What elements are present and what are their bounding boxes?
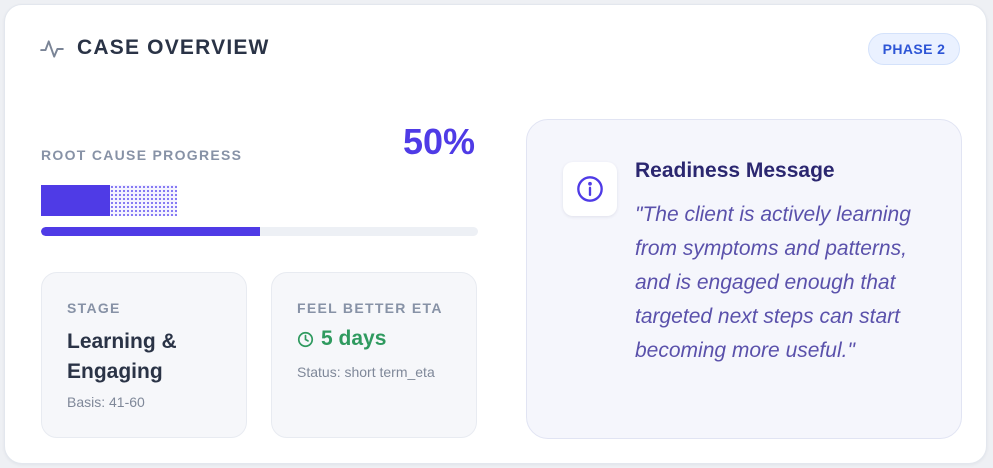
progress-blocks [41, 185, 177, 216]
progress-block-filled [41, 185, 110, 216]
stage-label: STAGE [67, 300, 121, 316]
eta-value: 5 days [321, 327, 387, 350]
case-overview-card: CASE OVERVIEW PHASE 2 ROOT CAUSE PROGRES… [4, 4, 987, 464]
clock-icon [297, 331, 314, 347]
readiness-title: Readiness Message [635, 159, 835, 182]
page-title: CASE OVERVIEW [77, 36, 270, 59]
stage-card: STAGE Learning & Engaging Basis: 41-60 [41, 272, 247, 438]
progress-block-empty [110, 185, 177, 216]
eta-label: FEEL BETTER ETA [297, 300, 443, 316]
phase-badge: PHASE 2 [868, 33, 960, 65]
readiness-message: "The client is actively learning from sy… [635, 203, 911, 362]
progress-label: ROOT CAUSE PROGRESS [41, 147, 243, 163]
eta-status: Status: short term_eta [297, 364, 435, 380]
readiness-panel: Readiness Message "The client is activel… [526, 119, 962, 439]
progress-bar [41, 227, 478, 236]
info-icon-box [563, 162, 617, 216]
activity-pulse-icon [40, 40, 64, 58]
progress-percent: 50% [402, 121, 475, 162]
progress-bar-fill [41, 227, 260, 236]
stage-value: Learning & Engaging [67, 330, 177, 383]
eta-card: FEEL BETTER ETA 5 days Status: short ter… [271, 272, 477, 438]
stage-basis: Basis: 41-60 [67, 394, 145, 410]
info-icon [577, 176, 603, 202]
eta-value-row: 5 days [297, 327, 386, 351]
